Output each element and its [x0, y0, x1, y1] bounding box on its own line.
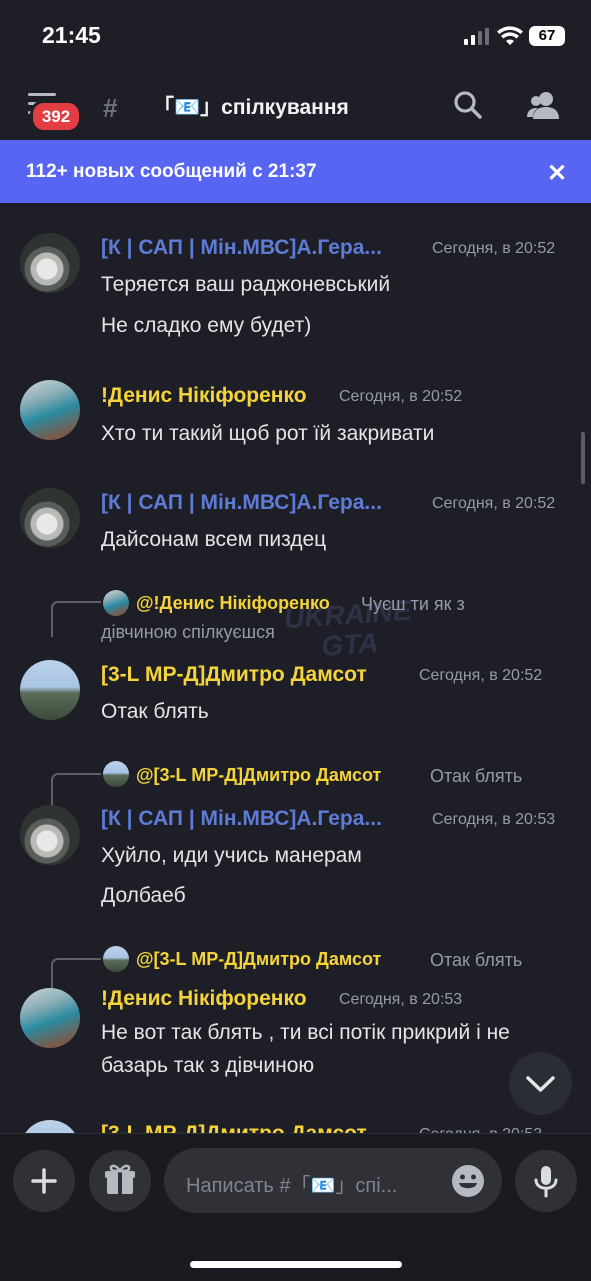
message-text: базарь так з дівчиною [101, 1054, 315, 1077]
reply-connector [51, 601, 101, 637]
reply-author[interactable]: @[3-L MP-Д]Дмитро Дамсот [136, 765, 381, 786]
gift-icon [105, 1164, 135, 1194]
search-icon[interactable] [452, 89, 484, 121]
message-author[interactable]: [К | САП | Мін.МВС]А.Гера... [101, 491, 382, 515]
message-input-placeholder: Написать #「📧」спі... [186, 1175, 398, 1197]
gift-button[interactable] [89, 1150, 151, 1212]
scrollbar[interactable] [581, 432, 585, 484]
message-text: Не вот так блять , ти всі потік прикрий … [101, 1021, 510, 1044]
voice-message-button[interactable] [515, 1150, 577, 1212]
message-author[interactable]: [3-L MP-Д]Дмитро Дамсот [101, 663, 367, 687]
message-text: Теряется ваш раджоневський [101, 273, 391, 296]
message-timestamp: Сегодня, в 20:52 [339, 388, 463, 405]
message-author[interactable]: [К | САП | Мін.МВС]А.Гера... [101, 807, 382, 831]
reply-connector [51, 773, 101, 809]
message-author[interactable]: [К | САП | Мін.МВС]А.Гера... [101, 236, 382, 260]
message-text: Хуйло, иди учись манерам [101, 844, 362, 867]
microphone-icon [534, 1166, 558, 1198]
message-timestamp: Сегодня, в 20:53 [432, 811, 556, 828]
wifi-icon [497, 26, 523, 45]
members-icon[interactable] [527, 89, 561, 121]
message-timestamp: Сегодня, в 20:52 [419, 667, 543, 684]
message-input[interactable]: Написать #「📧」спі... [164, 1148, 502, 1213]
channel-header: 392 # 「📧」спілкування [0, 75, 591, 140]
message-text: Не сладко ему будет) [101, 314, 312, 337]
jump-to-bottom-button[interactable] [509, 1052, 572, 1115]
watermark: UKRAINE GTA [282, 594, 413, 662]
chevron-down-icon [526, 1076, 555, 1092]
reply-preview[interactable]: дівчиною спілкуєшся [101, 622, 275, 643]
message-author[interactable]: !Денис Нікіфоренко [101, 384, 307, 408]
avatar[interactable] [20, 380, 80, 440]
reply-preview[interactable]: Отак блять [430, 766, 522, 787]
message-text: Хто ти такий щоб рот їй закривати [101, 422, 435, 445]
avatar[interactable] [20, 805, 80, 865]
close-icon[interactable]: ✕ [547, 159, 567, 188]
avatar[interactable] [20, 488, 80, 548]
avatar[interactable] [20, 233, 80, 293]
cellular-signal-icon [464, 28, 489, 45]
message-timestamp: Сегодня, в 20:52 [432, 495, 556, 512]
new-messages-banner[interactable]: 112+ новых сообщений с 21:37 ✕ [0, 140, 591, 203]
message-composer: Написать #「📧」спі... [0, 1133, 591, 1281]
reply-avatar [103, 761, 129, 787]
battery-indicator: 67 [529, 26, 565, 46]
message-text: Дайсонам всем пиздец [101, 528, 327, 551]
home-indicator [190, 1261, 402, 1268]
reply-preview[interactable]: Отак блять [430, 950, 522, 971]
message-timestamp: Сегодня, в 20:53 [339, 991, 463, 1008]
emoji-icon[interactable] [450, 1163, 486, 1199]
message-text: Долбаеб [101, 884, 186, 907]
message-text: Отак блять [101, 700, 209, 723]
message-timestamp: Сегодня, в 20:52 [432, 240, 556, 257]
avatar[interactable] [20, 660, 80, 720]
status-time: 21:45 [42, 22, 101, 48]
new-messages-text: 112+ новых сообщений с 21:37 [26, 161, 317, 182]
add-attachment-button[interactable] [13, 1150, 75, 1212]
reply-avatar [103, 590, 129, 616]
channel-title[interactable]: 「📧」спілкування [153, 91, 349, 121]
message-author[interactable]: !Денис Нікіфоренко [101, 987, 307, 1011]
unread-badge: 392 [30, 100, 82, 133]
reply-author[interactable]: @[3-L MP-Д]Дмитро Дамсот [136, 949, 381, 970]
threads-icon[interactable]: # [103, 93, 117, 124]
plus-icon [31, 1168, 57, 1194]
status-bar: 21:45 67 [0, 0, 591, 75]
avatar[interactable] [20, 988, 80, 1048]
reply-avatar [103, 946, 129, 972]
